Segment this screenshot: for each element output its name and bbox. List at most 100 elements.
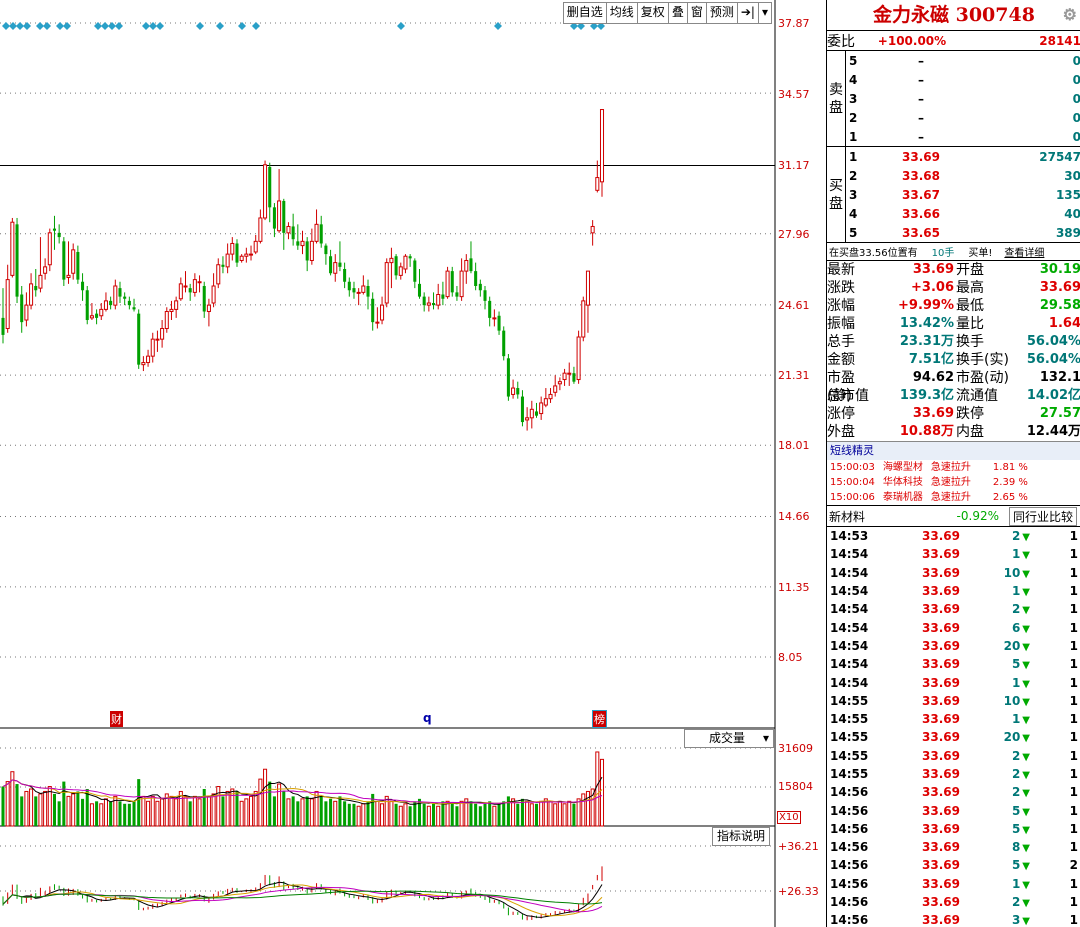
candle-body	[324, 245, 328, 255]
main-indicator-select[interactable]: 成交量 ▾	[684, 729, 774, 748]
volume-bar	[34, 796, 38, 826]
jump-end-icon[interactable]: ➔|	[738, 3, 759, 23]
stat-label: 涨停	[827, 406, 855, 422]
candle-body	[516, 388, 520, 395]
event-diamond-icon	[238, 22, 246, 30]
volume-bar	[557, 800, 562, 827]
volume-bar	[502, 801, 506, 826]
candle-body	[239, 255, 244, 261]
tick-time: 14:54	[830, 675, 869, 690]
candle-body	[408, 256, 412, 259]
volume-bar	[57, 801, 61, 826]
volume-bar	[324, 801, 328, 826]
stat-label: 最新	[827, 262, 855, 278]
candle-body	[95, 313, 99, 318]
tick-count: 1	[1069, 730, 1078, 745]
short-line-title: 短线精灵	[827, 441, 1080, 460]
volume-bar	[211, 793, 216, 827]
forecast-button[interactable]: 预测	[707, 3, 738, 23]
kline-chart-area[interactable]: 删自选 均线 复权 叠 窗 预测 ➔| ▾ 成交量 ▾ 指标说明 X10 37.…	[0, 0, 826, 927]
candle-body	[333, 262, 338, 274]
tick-count: 1	[1069, 657, 1078, 672]
tick-price: 33.69	[922, 584, 960, 599]
candle-body	[66, 274, 71, 278]
kline-chart[interactable]	[0, 0, 826, 927]
sector-pct: -0.92%	[956, 509, 999, 523]
arrow-down-icon: ▼	[1022, 568, 1030, 580]
alert-time: 15:00:06	[830, 492, 875, 503]
candle-body	[599, 109, 605, 183]
volume-bar	[497, 803, 501, 826]
buy-price: 33.68	[902, 168, 940, 183]
candle-body	[244, 253, 249, 257]
remove-favorite-button[interactable]: 删自选	[564, 3, 607, 23]
sell-side-label: 卖盘	[827, 51, 846, 146]
volume-bar	[282, 791, 286, 826]
window-button[interactable]: 窗	[688, 3, 707, 23]
q-marker[interactable]: q	[423, 711, 432, 725]
compare-industry-button[interactable]: 同行业比较	[1009, 506, 1078, 526]
volume-bar	[426, 805, 431, 827]
finance-marker[interactable]: 财	[110, 711, 123, 727]
adjust-price-button[interactable]: 复权	[638, 3, 669, 23]
tick-count: 1	[1069, 584, 1078, 599]
volume-bar	[543, 798, 548, 827]
tick-volume: 20 ▼	[1003, 730, 1030, 745]
stat-value: 10.88万	[899, 424, 954, 439]
alert-event: 急速拉升	[930, 462, 971, 473]
volume-bar	[394, 803, 398, 826]
candle-body	[10, 221, 15, 276]
billboard-marker[interactable]: 榜	[592, 710, 607, 728]
toolbar-dropdown-icon[interactable]: ▾	[759, 3, 771, 23]
volume-bar	[20, 796, 24, 826]
indicator-help-button[interactable]: 指标说明	[712, 827, 771, 846]
arrow-down-icon: ▼	[1022, 532, 1030, 544]
volume-bar	[197, 798, 202, 827]
candle-body	[103, 300, 108, 310]
stat-label: 振幅	[827, 316, 855, 332]
volume-bar	[15, 784, 19, 826]
buy-volume: 389	[1055, 225, 1080, 240]
candle-body	[29, 283, 34, 306]
candle-body	[164, 311, 169, 330]
sell-level: 4	[849, 72, 858, 87]
candle-body	[441, 294, 445, 299]
volume-bar	[263, 768, 268, 827]
volume-bar	[548, 800, 553, 827]
tick-price: 33.69	[922, 913, 960, 927]
tick-row: 14:54 33.69 1 ▼ 1	[827, 673, 1078, 691]
tick-count: 1	[1069, 913, 1078, 927]
gear-icon[interactable]: ⚙	[1063, 0, 1077, 30]
sell-volume: 0	[971, 70, 1080, 89]
volume-bar	[258, 778, 263, 827]
alert-item[interactable]: 15:00:03 海螺型材 急速拉升 1.81 %	[827, 460, 1080, 475]
volume-bar	[183, 795, 188, 827]
tick-list[interactable]: 14:53 33.69 2 ▼ 1 14:54 33.69 1 ▼ 1 14:54 33.69 10 ▼ 1…	[827, 527, 1078, 927]
stat-label: 开盘	[956, 262, 984, 278]
stat-row: 外盘 10.88万 内盘 12.44万	[827, 423, 1080, 441]
overlay-button[interactable]: 叠	[669, 3, 688, 23]
buy-volume: 30	[1064, 168, 1080, 183]
buy-price: 33.66	[902, 206, 940, 221]
tick-price: 33.69	[922, 638, 960, 653]
moving-average-button[interactable]: 均线	[607, 3, 638, 23]
view-detail-link[interactable]: 查看详细	[1004, 244, 1044, 259]
candle-body	[34, 285, 38, 291]
tick-volume: 2 ▼	[1011, 529, 1030, 544]
candle-body	[366, 285, 370, 297]
tick-count: 1	[1069, 876, 1078, 891]
volume-bar	[422, 803, 426, 826]
price-axis-label: 27.96	[778, 228, 810, 241]
volume-bar	[103, 798, 108, 827]
event-diamond-icon	[115, 22, 123, 30]
tick-volume: 5 ▼	[1011, 803, 1030, 818]
alert-item[interactable]: 15:00:06 泰瑞机器 急速拉升 2.65 %	[827, 490, 1080, 505]
alert-item[interactable]: 15:00:04 华体科技 急速拉升 2.39 %	[827, 475, 1080, 490]
volume-bar	[389, 800, 394, 827]
stat-label: 总手	[827, 334, 855, 350]
tick-price: 33.69	[922, 675, 960, 690]
volume-bar	[192, 795, 197, 827]
volume-bar	[1, 786, 5, 826]
volume-bar	[356, 805, 361, 827]
candle-body	[356, 291, 361, 294]
